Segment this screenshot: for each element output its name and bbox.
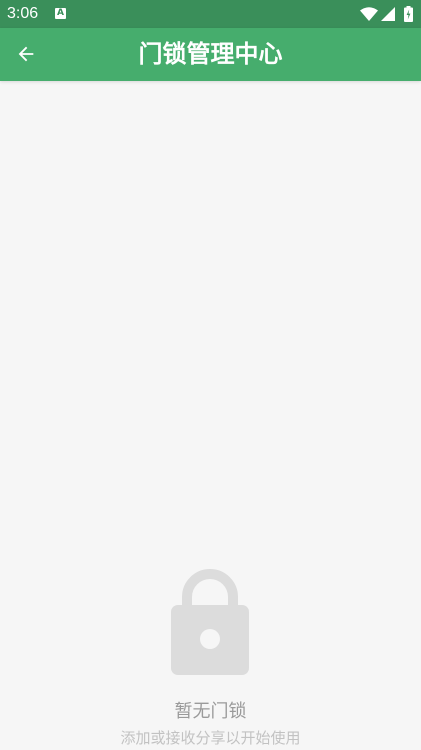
- battery-icon: [404, 6, 413, 22]
- wifi-icon: [360, 7, 378, 21]
- status-time: 3:06: [7, 5, 39, 22]
- notification-a-label: A: [57, 8, 64, 18]
- lock-icon: [171, 569, 249, 675]
- arrow-left-icon: [18, 46, 34, 62]
- page-title: 门锁管理中心: [138, 40, 283, 68]
- empty-state-title: 暂无门锁: [174, 701, 247, 722]
- app-bar: 门锁管理中心: [0, 28, 421, 81]
- back-button[interactable]: [4, 32, 48, 76]
- notification-a-icon: A: [55, 8, 66, 19]
- signal-icon: [381, 7, 395, 21]
- status-bar: 3:06 A: [0, 0, 421, 28]
- empty-state-subtitle: 添加或接收分享以开始使用: [120, 729, 301, 747]
